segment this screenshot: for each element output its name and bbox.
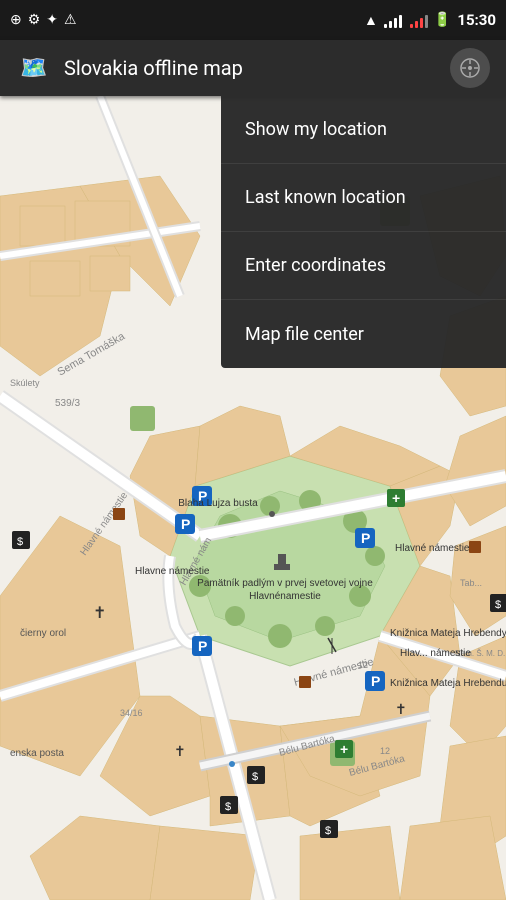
- status-right-icons: ▲ 🔋 15:30: [364, 11, 496, 29]
- svg-text:$: $: [225, 801, 231, 813]
- svg-text:Hlavnénamestie: Hlavnénamestie: [249, 591, 321, 602]
- svg-text:Knižnica Mateja Hrebendy: Knižnica Mateja Hrebendy: [390, 628, 506, 639]
- menu-item-map-file-center[interactable]: Map file center: [221, 300, 506, 368]
- logo-emoji: 🗺️: [20, 56, 47, 81]
- svg-text:✝: ✝: [174, 743, 186, 759]
- svg-text:Hlavné námestie: Hlavné námestie: [395, 543, 470, 554]
- signal-bar2-4: [425, 15, 428, 28]
- svg-text:P: P: [371, 673, 380, 689]
- time-display: 15:30: [457, 11, 496, 29]
- app-bar: 🗺️ Slovakia offline map: [0, 40, 506, 96]
- compass-icon: [459, 57, 481, 79]
- svg-text:12: 12: [380, 746, 390, 756]
- svg-text:$: $: [252, 771, 258, 783]
- icon-location: ✦: [46, 12, 58, 28]
- signal-bar-3: [394, 18, 397, 28]
- svg-text:+: +: [340, 741, 348, 757]
- svg-text:P: P: [198, 638, 207, 654]
- signal-bar2-2: [415, 21, 418, 28]
- svg-text:P: P: [181, 516, 190, 532]
- svg-text:Hlav... námestie: Hlav... námestie: [400, 648, 471, 659]
- signal-bar-4: [399, 15, 402, 28]
- menu-item-show-location[interactable]: Show my location: [221, 96, 506, 164]
- svg-text:✝: ✝: [395, 701, 407, 717]
- svg-text:$: $: [325, 825, 331, 837]
- app-title: Slovakia offline map: [64, 56, 450, 80]
- signal-bar-1: [384, 24, 387, 28]
- wifi-icon: ▲: [364, 12, 378, 29]
- signal-bar2-3: [420, 18, 423, 28]
- svg-text:Hlavne námestie: Hlavne námestie: [135, 566, 210, 577]
- signal-bar2-1: [410, 24, 413, 28]
- dropdown-menu: Show my location Last known location Ent…: [221, 96, 506, 368]
- svg-text:Tab...: Tab...: [460, 578, 482, 588]
- svg-text:539/3: 539/3: [55, 398, 80, 409]
- svg-text:čierny orol: čierny orol: [20, 628, 66, 639]
- svg-text:+: +: [392, 490, 400, 506]
- menu-item-last-known[interactable]: Last known location: [221, 164, 506, 232]
- svg-text:12: 12: [358, 660, 368, 670]
- svg-text:P: P: [361, 530, 370, 546]
- svg-text:Skúlety: Skúlety: [10, 378, 40, 388]
- menu-item-enter-coordinates[interactable]: Enter coordinates: [221, 232, 506, 300]
- signal-bar-2: [389, 21, 392, 28]
- icon-usb: ⚙: [28, 12, 41, 28]
- map-container[interactable]: Sema Tomáška Hlavné námestie Hlavné nám …: [0, 96, 506, 900]
- svg-text:Pamätník padlým v prvej svetov: Pamätník padlým v prvej svetovej vojne: [197, 578, 373, 589]
- icon-android: ⊕: [10, 12, 22, 28]
- signal-bars-2: [410, 12, 428, 28]
- compass-button[interactable]: [450, 48, 490, 88]
- svg-text:$: $: [17, 536, 23, 548]
- status-left-icons: ⊕ ⚙ ✦ ⚠: [10, 12, 77, 28]
- icon-warning: ⚠: [64, 12, 77, 28]
- status-bar: ⊕ ⚙ ✦ ⚠ ▲ 🔋 15:30: [0, 0, 506, 40]
- app-logo: 🗺️: [16, 50, 52, 86]
- svg-text:enska posta: enska posta: [10, 748, 64, 759]
- svg-text:$: $: [495, 599, 501, 611]
- svg-text:34/16: 34/16: [120, 708, 143, 718]
- battery-icon: 🔋: [434, 12, 451, 28]
- svg-text:✝: ✝: [93, 605, 106, 622]
- signal-bars: [384, 12, 402, 28]
- svg-text:Blaha Lujza busta: Blaha Lujza busta: [178, 498, 258, 509]
- svg-text:Knižnica Mateja Hrebendu: Knižnica Mateja Hrebendu: [390, 678, 506, 689]
